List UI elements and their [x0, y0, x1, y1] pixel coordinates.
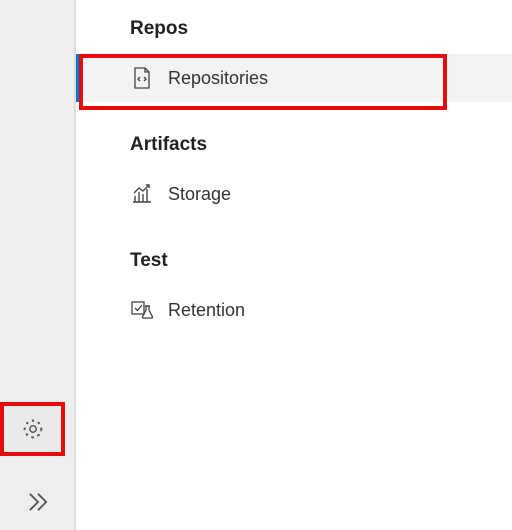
section-header-test: Test [76, 236, 512, 286]
retention-flask-icon [130, 298, 154, 322]
nav-item-retention[interactable]: Retention [76, 286, 512, 334]
nav-item-label: Repositories [168, 68, 268, 89]
gear-icon [21, 417, 45, 441]
settings-menu-panel: Repos Repositories Artifacts Storage Tes… [75, 0, 512, 530]
collapsed-rail [0, 0, 75, 530]
section-header-repos: Repos [76, 4, 512, 54]
nav-item-label: Retention [168, 300, 245, 321]
nav-item-label: Storage [168, 184, 231, 205]
nav-item-repositories[interactable]: Repositories [76, 54, 512, 102]
expand-sidebar-button[interactable] [0, 474, 75, 530]
section-header-artifacts: Artifacts [76, 120, 512, 170]
chevron-double-right-icon [24, 488, 52, 516]
storage-chart-icon [130, 182, 154, 206]
code-file-icon [130, 66, 154, 90]
nav-item-storage[interactable]: Storage [76, 170, 512, 218]
project-settings-button[interactable] [0, 402, 65, 456]
